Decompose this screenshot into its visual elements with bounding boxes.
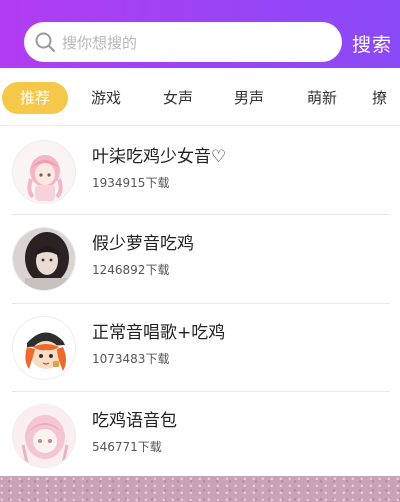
tab-flirt[interactable]: 撩	[372, 82, 400, 114]
tab-female-voice[interactable]: 女声	[158, 82, 198, 114]
search-placeholder: 搜你想搜的	[62, 33, 138, 52]
tab-recommend[interactable]: 推荐	[2, 82, 68, 114]
search-input[interactable]: 搜你想搜的	[24, 22, 342, 62]
list-item[interactable]: 正常音唱歌+吃鸡 1073483下载	[0, 304, 400, 392]
avatar-cartoon-orange-hair-girl-cap	[12, 316, 76, 380]
tab-male-voice[interactable]: 男声	[229, 82, 269, 114]
download-count: 546771下载	[92, 440, 162, 454]
list-item[interactable]: 吃鸡语音包 546771下载	[0, 392, 400, 480]
item-title: 正常音唱歌+吃鸡	[92, 323, 226, 343]
search-icon	[34, 31, 56, 53]
tab-games[interactable]: 游戏	[86, 82, 126, 114]
download-count: 1073483下载	[92, 352, 170, 366]
category-tabs: 推荐 游戏 女声 男声 萌新 撩	[0, 68, 400, 126]
avatar-anime-pink-hair-girl	[12, 140, 76, 204]
avatar-photo-dark-hair-girl	[12, 227, 76, 291]
tab-newbie[interactable]: 萌新	[302, 82, 342, 114]
header-bar: 搜你想搜的 搜索	[0, 0, 400, 68]
download-count: 1934915下载	[92, 176, 170, 190]
item-title: 假少萝音吃鸡	[92, 234, 194, 254]
search-button[interactable]: 搜索	[352, 30, 392, 57]
list-item[interactable]: 叶柒吃鸡少女音♡ 1934915下载	[0, 126, 400, 214]
download-count: 1246892下载	[92, 263, 170, 277]
item-title: 叶柒吃鸡少女音♡	[92, 147, 227, 167]
bottom-banner-edge	[0, 476, 400, 502]
item-title: 吃鸡语音包	[92, 411, 177, 431]
avatar-anime-light-pink-girl	[12, 404, 76, 468]
list-item[interactable]: 假少萝音吃鸡 1246892下载	[0, 215, 400, 303]
